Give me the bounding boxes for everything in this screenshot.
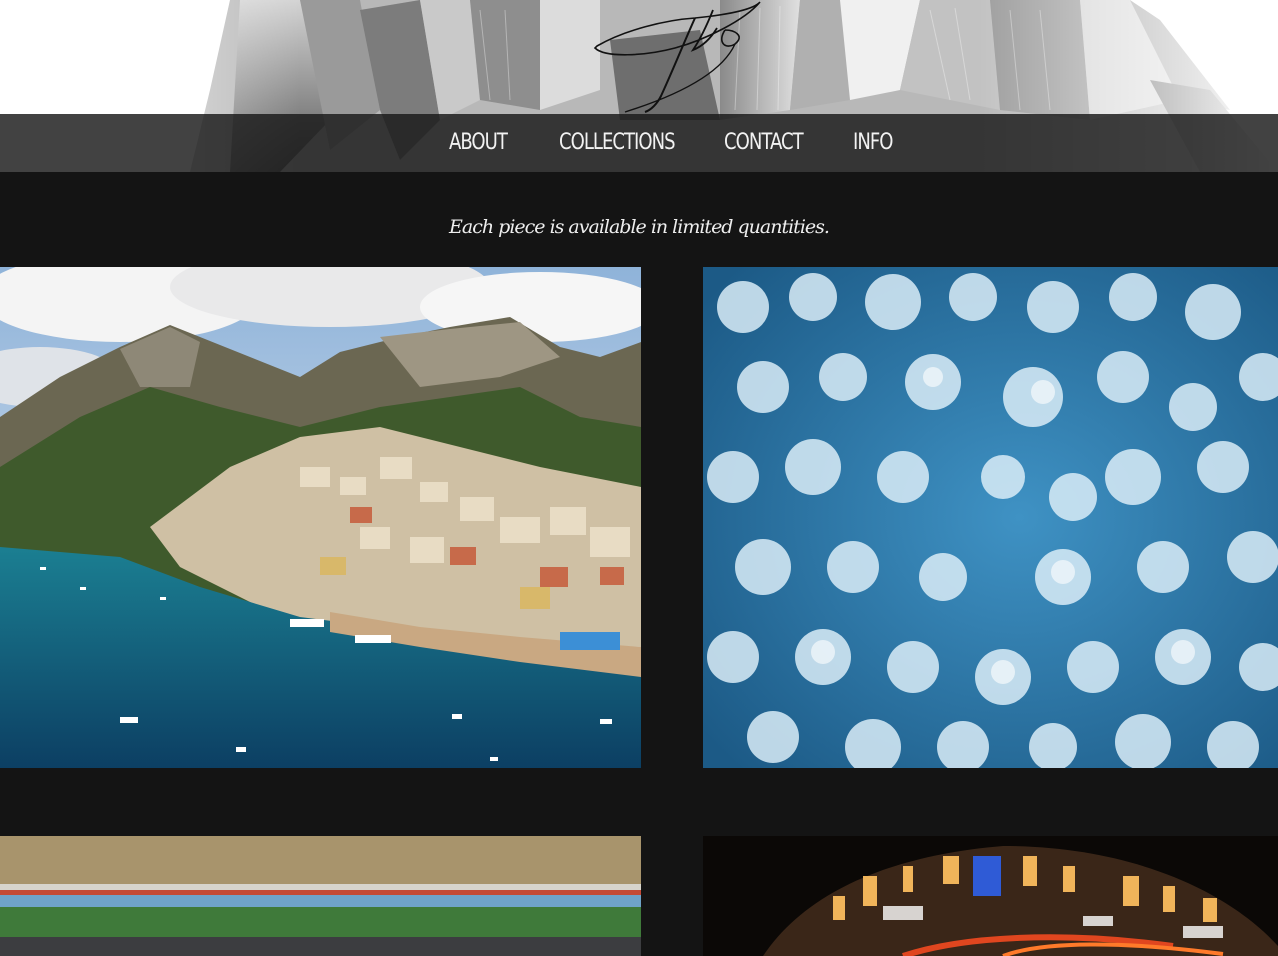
snowy-forest-photo	[703, 267, 1278, 768]
signature-logo[interactable]	[585, 0, 775, 114]
main-nav: ABOUT COLLECTIONS CONTACT INFO	[0, 114, 1278, 172]
nav-about[interactable]: ABOUT	[449, 114, 508, 172]
nav-collections[interactable]: COLLECTIONS	[559, 114, 676, 172]
gallery-tile-forest[interactable]	[703, 267, 1278, 768]
stadium-track-photo	[0, 836, 641, 956]
gallery-tile-city-night[interactable]	[703, 836, 1278, 956]
gallery-tile-track[interactable]	[0, 836, 641, 956]
city-night-photo	[703, 836, 1278, 956]
coastal-village-photo	[0, 267, 641, 768]
site-header: ABOUT COLLECTIONS CONTACT INFO	[0, 0, 1278, 172]
nav-info[interactable]: INFO	[853, 114, 893, 172]
nav-contact[interactable]: CONTACT	[724, 114, 804, 172]
gallery-tile-coastal[interactable]	[0, 267, 641, 768]
tagline: Each piece is available in limited quant…	[449, 216, 830, 238]
